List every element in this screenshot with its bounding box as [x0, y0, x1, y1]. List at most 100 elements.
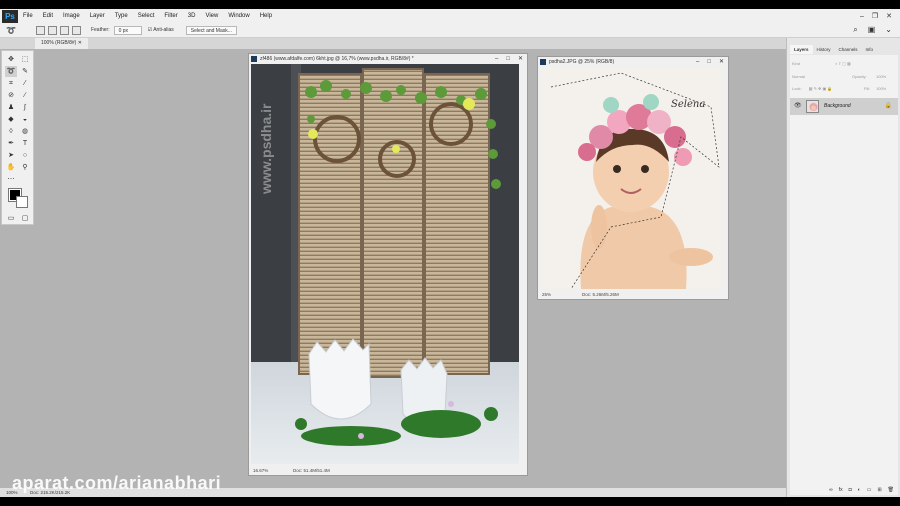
fill-label: Fill:: [864, 86, 871, 91]
magic-wand-icon[interactable]: ✎: [19, 66, 31, 77]
more-tools-icon[interactable]: ⋯: [5, 174, 17, 185]
doc2-maximize-button[interactable]: □: [707, 57, 711, 67]
new-group-icon[interactable]: ▭: [867, 485, 872, 495]
zoom-tool-icon[interactable]: ⚲: [19, 162, 31, 173]
tab-history[interactable]: History: [813, 45, 835, 54]
lasso-tool-icon[interactable]: ➰: [5, 66, 17, 77]
paint-bucket-icon[interactable]: ◒: [19, 114, 31, 125]
document-2-zoom[interactable]: 25%: [542, 291, 551, 299]
document-tab[interactable]: 100% (RGB/8#) ✕: [35, 38, 88, 49]
opacity-value[interactable]: 100%: [876, 73, 886, 81]
menu-help[interactable]: Help: [255, 13, 277, 19]
menu-file[interactable]: File: [18, 13, 38, 19]
crop-tool-icon[interactable]: ⌗: [5, 78, 17, 89]
document-1-canvas[interactable]: www.psdha.ir: [251, 64, 519, 464]
menu-filter[interactable]: Filter: [159, 13, 182, 19]
path-selection-icon[interactable]: ➤: [5, 150, 17, 161]
restore-button[interactable]: ❐: [872, 12, 878, 20]
workspace-dropdown-icon[interactable]: ⌄: [885, 25, 892, 35]
brush-tool-icon[interactable]: ∕: [19, 90, 31, 101]
pen-tool-icon[interactable]: ✒: [5, 138, 17, 149]
window-controls: – ❐ ✕: [860, 9, 892, 23]
menu-bar: Ps File Edit Image Layer Type Select Fil…: [0, 9, 900, 23]
feather-label: Feather:: [90, 27, 110, 33]
layer-name[interactable]: Background: [824, 98, 851, 115]
menu-window[interactable]: Window: [223, 13, 254, 19]
layers-panel: Kind ◐ T ▢ ▦ Normal Opacity: 100% Lock: …: [790, 55, 898, 495]
eyedropper-icon[interactable]: ⁄: [19, 78, 31, 89]
document-1-zoom[interactable]: 16.67%: [253, 467, 268, 475]
healing-brush-icon[interactable]: ⊘: [5, 90, 17, 101]
antialias-checkbox[interactable]: ☑ Anti-alias: [148, 27, 174, 33]
menu-3d[interactable]: 3D: [183, 13, 201, 19]
screen-mode-icon[interactable]: ▢: [19, 213, 31, 224]
new-selection-icon[interactable]: [35, 25, 45, 35]
layer-style-icon[interactable]: fx: [839, 485, 843, 495]
doc2-minimize-button[interactable]: –: [696, 57, 699, 67]
tab-info[interactable]: Info: [862, 45, 878, 54]
search-icon[interactable]: ⌕: [853, 25, 857, 35]
document-2-docsize[interactable]: Doc: 5.26M/5.26M: [582, 291, 619, 299]
document-2-canvas[interactable]: Selena: [541, 67, 721, 289]
lock-icons[interactable]: ▦ ✎ ✥ ▣ 🔒: [809, 86, 833, 91]
layer-thumbnail: [806, 100, 819, 113]
delete-layer-icon[interactable]: 🗑: [888, 485, 894, 495]
menu-image[interactable]: Image: [58, 13, 85, 19]
subtract-selection-icon[interactable]: [59, 25, 69, 35]
type-tool-icon[interactable]: T: [19, 138, 31, 149]
lasso-tool-preset-icon[interactable]: ➰: [6, 26, 16, 35]
document-window-1[interactable]: zf486 (www.afdalfe.com) 6kht.jpg @ 16,7%…: [248, 53, 528, 476]
tools-panel: ✥ ⬚ ➰ ✎ ⌗ ⁄ ⊘ ∕ ♟ ∫ ◆ ◒ ◊ ◍ ✒ T ➤ ○ ✋ ⚲ …: [1, 50, 34, 225]
fill-value[interactable]: 100%: [876, 85, 886, 93]
shape-tool-icon[interactable]: ○: [19, 150, 31, 161]
letterbox-top: [0, 0, 900, 9]
move-tool-icon[interactable]: ✥: [5, 54, 17, 65]
eraser-icon[interactable]: ◆: [5, 114, 17, 125]
layer-mask-icon[interactable]: ◘: [849, 485, 852, 495]
adjustment-layer-icon[interactable]: ◐: [858, 485, 861, 495]
dodge-tool-icon[interactable]: ◍: [19, 126, 31, 137]
doc1-close-button[interactable]: ✕: [518, 54, 523, 64]
document-1-docsize[interactable]: Doc: 51.4M/51.4M: [293, 467, 330, 475]
menu-select[interactable]: Select: [133, 13, 160, 19]
document-tab-bar: 100% (RGB/8#) ✕: [0, 38, 900, 49]
tab-channels[interactable]: Channels: [835, 45, 862, 54]
link-layers-icon[interactable]: ∞: [829, 485, 833, 495]
intersect-selection-icon[interactable]: [71, 25, 81, 35]
menu-view[interactable]: View: [200, 13, 223, 19]
clone-stamp-icon[interactable]: ♟: [5, 102, 17, 113]
doc2-close-button[interactable]: ✕: [719, 57, 724, 67]
visibility-eye-icon[interactable]: 👁: [794, 102, 802, 109]
blur-tool-icon[interactable]: ◊: [5, 126, 17, 137]
close-tab-icon[interactable]: ✕: [78, 40, 82, 46]
tab-layers[interactable]: Layers: [790, 45, 813, 54]
document-window-2[interactable]: psdha2.JPG @ 25% (RGB/8) – □ ✕ Selena 25…: [537, 56, 729, 300]
workspace-icon[interactable]: ▣: [868, 25, 876, 35]
quick-mask-icon[interactable]: ▭: [5, 213, 17, 224]
hand-tool-icon[interactable]: ✋: [5, 162, 17, 173]
close-button[interactable]: ✕: [886, 12, 892, 20]
lock-label: Lock:: [792, 86, 802, 91]
filter-icons[interactable]: ◐ T ▢ ▦: [835, 61, 851, 66]
document-1-titlebar[interactable]: zf486 (www.afdalfe.com) 6kht.jpg @ 16,7%…: [249, 54, 527, 64]
baby-portrait-photo: Selena: [541, 67, 721, 289]
marquee-tool-icon[interactable]: ⬚: [19, 54, 31, 65]
select-and-mask-button[interactable]: Select and Mask...: [185, 25, 237, 35]
layer-row-background[interactable]: 👁 Background 🔒: [790, 98, 898, 115]
background-color-swatch[interactable]: [16, 196, 28, 208]
blend-mode-row: Normal Opacity: 100%: [792, 73, 896, 81]
add-selection-icon[interactable]: [47, 25, 57, 35]
blend-mode-select[interactable]: Normal: [792, 74, 805, 79]
doc1-minimize-button[interactable]: –: [495, 54, 498, 64]
new-layer-icon[interactable]: ⊞: [877, 485, 881, 495]
minimize-button[interactable]: –: [860, 13, 864, 20]
kind-filter[interactable]: Kind ◐ T ▢ ▦: [792, 60, 851, 68]
video-watermark: aparat.com/arianabhari: [12, 473, 222, 493]
document-2-controls: – □ ✕: [696, 57, 724, 67]
menu-type[interactable]: Type: [110, 13, 133, 19]
feather-input[interactable]: 0 px: [113, 25, 142, 35]
history-brush-icon[interactable]: ∫: [19, 102, 31, 113]
doc1-maximize-button[interactable]: □: [506, 54, 510, 64]
menu-layer[interactable]: Layer: [85, 13, 110, 19]
menu-edit[interactable]: Edit: [38, 13, 58, 19]
